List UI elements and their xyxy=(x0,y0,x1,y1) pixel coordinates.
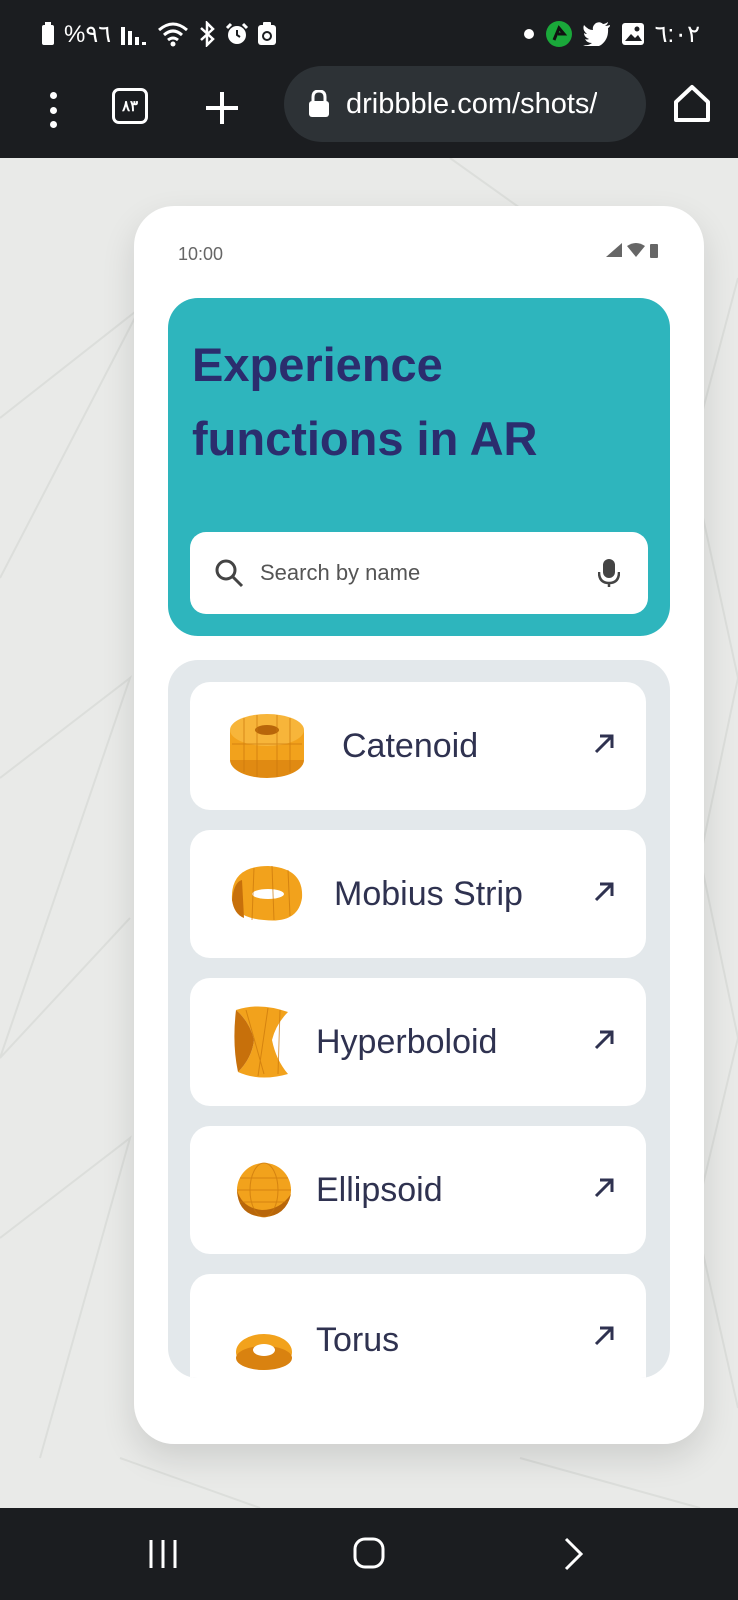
mockup-status-icons xyxy=(606,242,658,258)
web-content: 10:00 Experience functions in AR Search … xyxy=(0,158,738,1508)
bluetooth-icon xyxy=(197,21,217,47)
more-menu-icon[interactable] xyxy=(38,88,68,132)
dot-indicator-icon xyxy=(523,28,535,40)
torus-shape-icon xyxy=(236,1334,292,1370)
alarm-icon xyxy=(225,22,249,46)
home-icon[interactable] xyxy=(672,82,712,126)
hero-banner: Experience functions in AR xyxy=(168,298,670,636)
search-input[interactable] xyxy=(260,554,580,592)
url-text: dribbble.com/shots/ xyxy=(346,87,598,120)
hero-title-line-2: functions in AR xyxy=(192,412,538,465)
clipboard-icon xyxy=(257,22,277,46)
functions-list: Catenoid Mobius Strip Hyperboloid Ellips… xyxy=(168,660,670,1378)
mockup-battery-icon xyxy=(650,244,658,258)
torus-label-text: Torus xyxy=(316,1321,400,1359)
app-notification-icon xyxy=(545,20,573,48)
mobius-strip-shape-icon xyxy=(231,865,303,921)
list-item-label: Hyperboloid xyxy=(316,1022,498,1061)
address-bar[interactable]: dribbble.com/shots/ xyxy=(284,66,646,142)
navigation-bar xyxy=(0,1508,738,1600)
new-tab-icon[interactable] xyxy=(200,86,244,130)
list-item-hyperboloid[interactable]: Hyperboloid xyxy=(190,978,646,1106)
browser-toolbar: ٨٣ dribbble.com/shots/ xyxy=(0,66,738,158)
ellipsoid-shape-icon xyxy=(237,1162,291,1218)
signal-icon xyxy=(119,23,149,45)
phone-mockup: 10:00 Experience functions in AR Search … xyxy=(134,206,704,1444)
microphone-icon[interactable] xyxy=(598,558,620,588)
hero-title: Experience functions in AR xyxy=(192,328,642,476)
status-bar: %٩٦ ٦:٠٢ xyxy=(0,0,738,66)
status-bar-right: ٦:٠٢ xyxy=(523,18,700,50)
twitter-icon xyxy=(582,22,611,46)
arrow-up-right-icon xyxy=(594,1030,614,1050)
search-bar[interactable] xyxy=(190,532,648,614)
tab-switcher-button[interactable]: ٨٣ xyxy=(112,88,148,124)
battery-icon xyxy=(40,22,56,46)
list-item-ellipsoid[interactable]: Ellipsoid xyxy=(190,1126,646,1254)
hero-title-line-1: Experience xyxy=(192,338,443,391)
status-time: ٦:٠٢ xyxy=(654,20,700,48)
arrow-up-right-icon xyxy=(594,1178,614,1198)
list-item-mobius-strip[interactable]: Mobius Strip xyxy=(190,830,646,958)
hyperboloid-shape-icon xyxy=(234,1006,288,1078)
list-item-label: Torus xyxy=(316,1274,399,1378)
lock-icon xyxy=(308,90,330,118)
mockup-signal-icon xyxy=(606,243,622,257)
recent-apps-icon[interactable] xyxy=(146,1538,180,1575)
list-item-torus[interactable]: Torus xyxy=(190,1274,646,1378)
battery-percent: %٩٦ xyxy=(64,20,112,48)
list-item-catenoid[interactable]: Catenoid xyxy=(190,682,646,810)
arrow-up-right-icon xyxy=(594,1326,614,1346)
mockup-wifi-icon xyxy=(627,243,645,257)
home-navigation-icon[interactable] xyxy=(352,1536,386,1575)
mockup-status-time: 10:00 xyxy=(178,244,224,264)
status-bar-left: %٩٦ xyxy=(40,18,277,50)
back-icon[interactable] xyxy=(562,1536,586,1577)
arrow-up-right-icon xyxy=(594,734,614,754)
list-item-label: Mobius Strip xyxy=(334,874,523,913)
list-item-label: Catenoid xyxy=(342,726,479,765)
search-icon xyxy=(215,559,244,588)
wifi-icon xyxy=(157,21,189,47)
arrow-up-right-icon xyxy=(594,882,614,902)
gallery-icon xyxy=(621,22,645,46)
catenoid-shape-icon xyxy=(230,714,304,778)
list-item-label: Ellipsoid xyxy=(316,1170,443,1209)
